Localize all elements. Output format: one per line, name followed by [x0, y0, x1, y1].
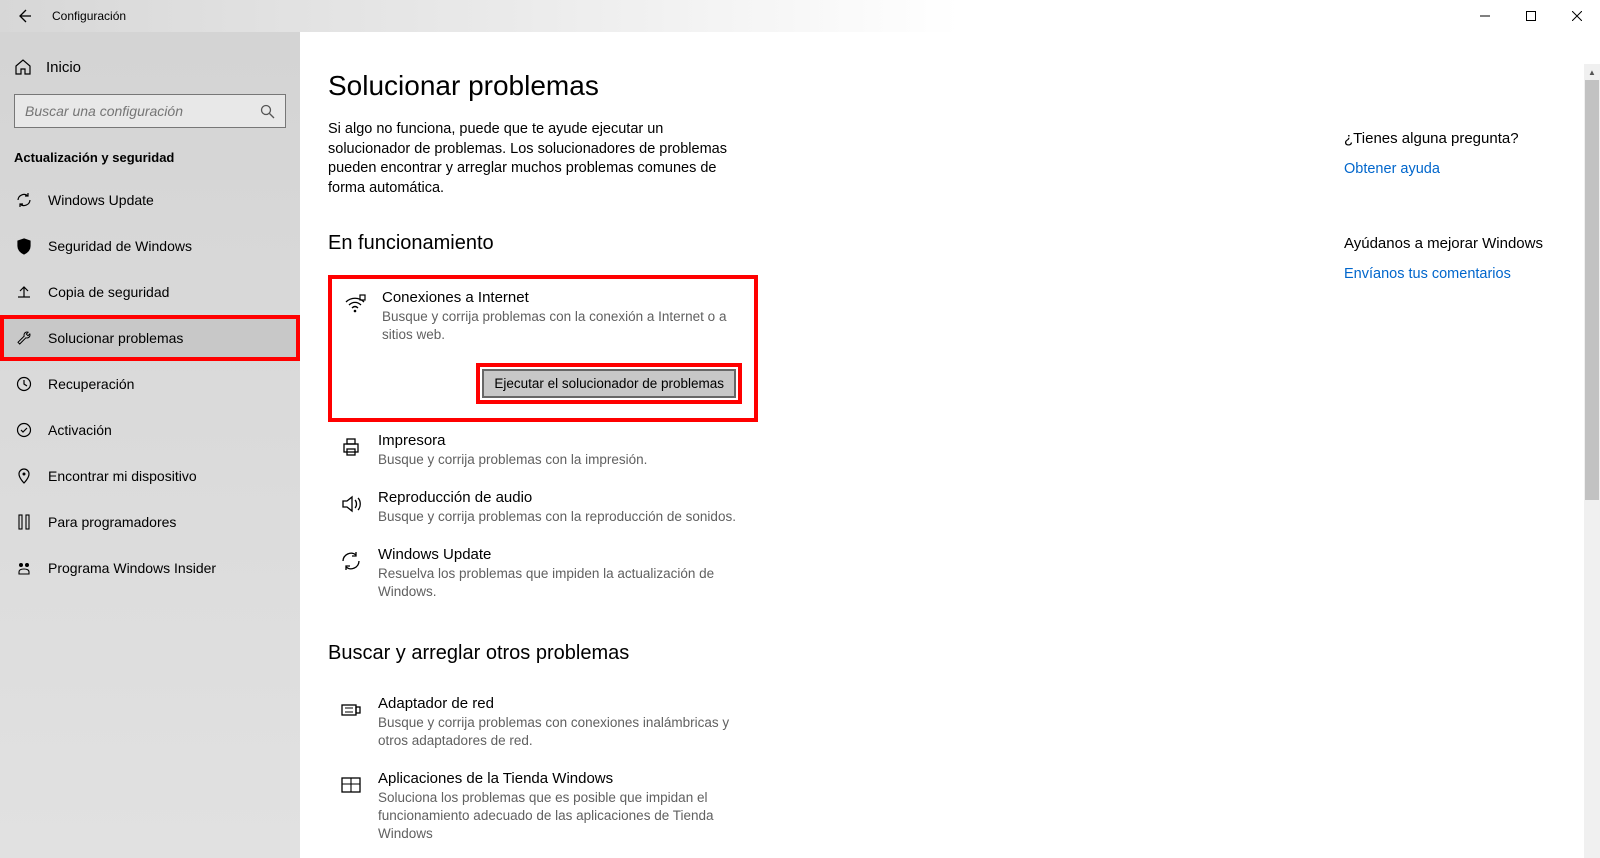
troubleshoot-item-audio[interactable]: Reproducción de audio Busque y corrija p…: [328, 479, 758, 536]
troubleshoot-item-network-adapter[interactable]: Adaptador de red Busque y corrija proble…: [328, 685, 758, 760]
upload-icon: [14, 282, 34, 302]
sidebar-item-recovery[interactable]: Recuperación: [0, 361, 300, 407]
troubleshoot-item-internet[interactable]: Conexiones a Internet Busque y corrija p…: [328, 275, 758, 421]
troubleshoot-item-title: Conexiones a Internet: [382, 289, 742, 306]
search-input[interactable]: [14, 94, 286, 128]
main-content: Solucionar problemas Si algo no funciona…: [300, 32, 1600, 858]
sidebar-item-label: Para programadores: [48, 514, 176, 530]
sync-icon: [338, 548, 364, 574]
troubleshoot-item-printer[interactable]: Impresora Busque y corrija problemas con…: [328, 422, 758, 479]
wrench-icon: [14, 328, 34, 348]
insider-icon: [14, 558, 34, 578]
close-button[interactable]: [1554, 0, 1600, 32]
troubleshoot-item-title: Impresora: [378, 432, 746, 449]
check-circle-icon: [14, 420, 34, 440]
troubleshoot-item-update[interactable]: Windows Update Resuelva los problemas qu…: [328, 536, 758, 611]
scroll-thumb[interactable]: [1585, 80, 1599, 500]
location-icon: [14, 466, 34, 486]
sidebar-item-backup[interactable]: Copia de seguridad: [0, 269, 300, 315]
sidebar-section-label: Actualización y seguridad: [0, 150, 300, 177]
sidebar-item-label: Solucionar problemas: [48, 330, 183, 346]
troubleshoot-item-bluetooth[interactable]: Bluetooth: [328, 854, 758, 858]
troubleshoot-item-desc: Busque y corrija problemas con conexione…: [378, 714, 746, 750]
page-title: Solucionar problemas: [328, 70, 1600, 102]
sync-icon: [14, 190, 34, 210]
run-troubleshooter-button[interactable]: Ejecutar el solucionador de problemas: [482, 369, 736, 398]
aside-panel: ¿Tienes alguna pregunta? Obtener ayuda A…: [1344, 130, 1564, 282]
sidebar-item-label: Encontrar mi dispositivo: [48, 468, 197, 484]
sidebar-item-label: Activación: [48, 422, 112, 438]
get-help-link[interactable]: Obtener ayuda: [1344, 161, 1564, 177]
sidebar-home-label: Inicio: [46, 59, 81, 76]
aside-question-title: ¿Tienes alguna pregunta?: [1344, 130, 1564, 147]
sidebar-item-activation[interactable]: Activación: [0, 407, 300, 453]
troubleshoot-item-title: Adaptador de red: [378, 695, 746, 712]
sidebar-item-label: Seguridad de Windows: [48, 238, 192, 254]
troubleshoot-item-title: Windows Update: [378, 546, 746, 563]
maximize-button[interactable]: [1508, 0, 1554, 32]
sidebar-item-label: Programa Windows Insider: [48, 560, 216, 576]
vertical-scrollbar[interactable]: ▲ ▼: [1584, 64, 1600, 858]
page-description: Si algo no funciona, puede que te ayude …: [328, 120, 748, 198]
wifi-icon: [342, 291, 368, 317]
scroll-up-icon[interactable]: ▲: [1584, 64, 1600, 80]
back-button[interactable]: [14, 6, 34, 26]
search-icon: [260, 104, 275, 119]
apps-icon: [338, 772, 364, 798]
sidebar-item-label: Recuperación: [48, 376, 134, 392]
sidebar-item-windows-update[interactable]: Windows Update: [0, 177, 300, 223]
sidebar-item-find-device[interactable]: Encontrar mi dispositivo: [0, 453, 300, 499]
troubleshoot-item-desc: Soluciona los problemas que es posible q…: [378, 789, 746, 844]
troubleshoot-item-desc: Busque y corrija problemas con la conexi…: [382, 308, 742, 344]
troubleshoot-item-title: Aplicaciones de la Tienda Windows: [378, 770, 746, 787]
speaker-icon: [338, 491, 364, 517]
aside-improve-title: Ayúdanos a mejorar Windows: [1344, 235, 1564, 252]
sidebar-item-troubleshoot[interactable]: Solucionar problemas: [0, 315, 300, 361]
sidebar-item-label: Windows Update: [48, 192, 154, 208]
troubleshoot-item-desc: Resuelva los problemas que impiden la ac…: [378, 565, 746, 601]
feedback-link[interactable]: Envíanos tus comentarios: [1344, 266, 1564, 282]
developer-icon: [14, 512, 34, 532]
sidebar-item-security[interactable]: Seguridad de Windows: [0, 223, 300, 269]
window-title: Configuración: [52, 9, 126, 23]
sidebar: Inicio Actualización y seguridad Windows…: [0, 32, 300, 858]
troubleshoot-item-desc: Busque y corrija problemas con la impres…: [378, 451, 746, 469]
home-icon: [14, 58, 32, 76]
sidebar-item-insider[interactable]: Programa Windows Insider: [0, 545, 300, 591]
troubleshoot-item-title: Reproducción de audio: [378, 489, 746, 506]
minimize-button[interactable]: [1462, 0, 1508, 32]
titlebar: Configuración: [0, 0, 1600, 32]
network-adapter-icon: [338, 697, 364, 723]
search-field[interactable]: [25, 103, 260, 119]
troubleshoot-item-store-apps[interactable]: Aplicaciones de la Tienda Windows Soluci…: [328, 760, 758, 854]
history-icon: [14, 374, 34, 394]
printer-icon: [338, 434, 364, 460]
group-title-other: Buscar y arreglar otros problemas: [328, 642, 1600, 665]
sidebar-home[interactable]: Inicio: [0, 52, 300, 94]
troubleshoot-item-desc: Busque y corrija problemas con la reprod…: [378, 508, 746, 526]
shield-icon: [14, 236, 34, 256]
sidebar-item-developers[interactable]: Para programadores: [0, 499, 300, 545]
sidebar-item-label: Copia de seguridad: [48, 284, 169, 300]
